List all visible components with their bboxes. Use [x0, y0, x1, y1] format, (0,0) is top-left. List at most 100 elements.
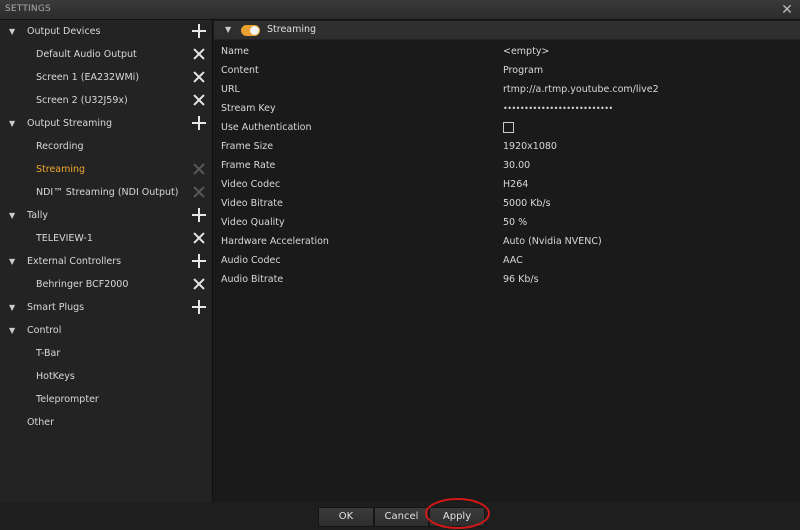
property-name: Video Quality — [221, 217, 285, 228]
cancel-button[interactable]: Cancel — [374, 507, 429, 527]
property-name: Audio Bitrate — [221, 274, 284, 285]
sidebar-item-label: Tally — [27, 210, 48, 221]
sidebar-item-label: Behringer BCF2000 — [36, 279, 129, 290]
sidebar-item[interactable]: HotKeys — [0, 365, 212, 388]
remove-icon[interactable] — [191, 276, 207, 292]
sidebar-item-label: Default Audio Output — [36, 49, 137, 60]
apply-button[interactable]: Apply — [429, 507, 485, 527]
sidebar-item-label: Teleprompter — [36, 394, 99, 405]
property-name: Video Bitrate — [221, 198, 283, 209]
property-name: Name — [221, 46, 250, 57]
sidebar-item[interactable]: Default Audio Output — [0, 43, 212, 66]
sidebar-item[interactable]: ▼ Output Streaming — [0, 112, 212, 135]
dialog-footer: OK Cancel Apply — [0, 502, 800, 530]
property-row: Video Bitrate 5000 Kb/s — [214, 194, 800, 213]
property-value[interactable]: 30.00 — [503, 156, 530, 175]
expand-caret-icon[interactable]: ▼ — [9, 20, 15, 43]
settings-content: ▼ Streaming Name <empty> Content Program URL… — [214, 20, 800, 502]
use-authentication-checkbox[interactable] — [503, 122, 514, 133]
property-row: Frame Rate 30.00 — [214, 156, 800, 175]
remove-icon[interactable] — [191, 46, 207, 62]
property-name: Use Authentication — [221, 122, 312, 133]
property-row: Stream Key •••••••••••••••••••••••••• — [214, 99, 800, 118]
property-value[interactable]: H264 — [503, 175, 528, 194]
property-row: Use Authentication — [214, 118, 800, 137]
sidebar-item-label: NDI™ Streaming (NDI Output) — [36, 187, 179, 198]
add-icon[interactable] — [191, 299, 207, 315]
property-row: Hardware Acceleration Auto (Nvidia NVENC) — [214, 232, 800, 251]
sidebar-item[interactable]: Recording — [0, 135, 212, 158]
sidebar-item[interactable]: Behringer BCF2000 — [0, 273, 212, 296]
sidebar-item-label: Screen 2 (U32J59x) — [36, 95, 128, 106]
sidebar-item[interactable]: Other — [0, 411, 212, 434]
property-value[interactable]: •••••••••••••••••••••••••• — [503, 99, 613, 118]
add-icon[interactable] — [191, 207, 207, 223]
property-value[interactable]: rtmp://a.rtmp.youtube.com/live2 — [503, 80, 659, 99]
title-bar: SETTINGS ✕ — [0, 0, 800, 20]
sidebar-item[interactable]: Teleprompter — [0, 388, 212, 411]
property-value[interactable]: 96 Kb/s — [503, 270, 539, 289]
expand-caret-icon[interactable]: ▼ — [9, 204, 15, 227]
property-name: URL — [221, 84, 240, 95]
sidebar-item-label: Smart Plugs — [27, 302, 85, 313]
add-icon[interactable] — [191, 115, 207, 131]
sidebar-item-label: Screen 1 (EA232WMi) — [36, 72, 140, 83]
property-name: Video Codec — [221, 179, 281, 190]
property-value[interactable]: 5000 Kb/s — [503, 194, 551, 213]
add-icon[interactable] — [191, 253, 207, 269]
property-value[interactable]: Auto (Nvidia NVENC) — [503, 232, 602, 251]
remove-icon[interactable] — [191, 92, 207, 108]
sidebar-item[interactable]: Screen 2 (U32J59x) — [0, 89, 212, 112]
sidebar-item[interactable]: T-Bar — [0, 342, 212, 365]
sidebar-item-label: TELEVIEW-1 — [36, 233, 93, 244]
property-row: Audio Bitrate 96 Kb/s — [214, 270, 800, 289]
enable-toggle[interactable] — [241, 25, 260, 36]
property-name: Content — [221, 65, 259, 76]
sidebar-item[interactable]: ▼ Tally — [0, 204, 212, 227]
expand-caret-icon[interactable]: ▼ — [9, 296, 15, 319]
expand-caret-icon[interactable]: ▼ — [9, 112, 15, 135]
property-name: Hardware Acceleration — [221, 236, 329, 247]
sidebar-item[interactable]: Streaming — [0, 158, 212, 181]
sidebar-item[interactable]: Screen 1 (EA232WMi) — [0, 66, 212, 89]
sidebar-item-label: Recording — [36, 141, 84, 152]
property-value[interactable]: 1920x1080 — [503, 137, 557, 156]
property-name: Stream Key — [221, 103, 276, 114]
property-value[interactable]: AAC — [503, 251, 523, 270]
sidebar-item-label: External Controllers — [27, 256, 122, 267]
section-title: Streaming — [267, 24, 317, 35]
ok-button[interactable]: OK — [318, 507, 374, 527]
sidebar-item-label: Streaming — [36, 164, 86, 175]
property-name: Frame Size — [221, 141, 274, 152]
expand-caret-icon[interactable]: ▼ — [9, 250, 15, 273]
sidebar-item[interactable]: ▼ Output Devices — [0, 20, 212, 43]
sidebar-item[interactable]: ▼ External Controllers — [0, 250, 212, 273]
section-header[interactable]: ▼ Streaming — [214, 21, 800, 40]
remove-icon[interactable] — [191, 230, 207, 246]
property-row: Audio Codec AAC — [214, 251, 800, 270]
expand-caret-icon[interactable]: ▼ — [9, 319, 15, 342]
property-value[interactable]: 50 % — [503, 213, 527, 232]
add-icon[interactable] — [191, 23, 207, 39]
sidebar-item[interactable]: ▼ Smart Plugs — [0, 296, 212, 319]
property-row: URL rtmp://a.rtmp.youtube.com/live2 — [214, 80, 800, 99]
property-value[interactable]: Program — [503, 61, 543, 80]
sidebar-item-label: Output Devices — [27, 26, 101, 37]
property-row: Content Program — [214, 61, 800, 80]
property-row: Name <empty> — [214, 42, 800, 61]
sidebar-item-label: Output Streaming — [27, 118, 113, 129]
property-name: Frame Rate — [221, 160, 276, 171]
sidebar-item-label: T-Bar — [36, 348, 61, 359]
property-row: Video Codec H264 — [214, 175, 800, 194]
remove-icon — [191, 184, 207, 200]
sidebar-item[interactable]: TELEVIEW-1 — [0, 227, 212, 250]
collapse-caret-icon[interactable]: ▼ — [225, 25, 231, 34]
sidebar-item[interactable]: NDI™ Streaming (NDI Output) — [0, 181, 212, 204]
property-value[interactable]: <empty> — [503, 42, 549, 61]
close-button[interactable]: ✕ — [778, 1, 796, 19]
remove-icon[interactable] — [191, 69, 207, 85]
remove-icon — [191, 161, 207, 177]
property-row: Frame Size 1920x1080 — [214, 137, 800, 156]
window-title: SETTINGS — [5, 4, 51, 14]
sidebar-item[interactable]: ▼ Control — [0, 319, 212, 342]
